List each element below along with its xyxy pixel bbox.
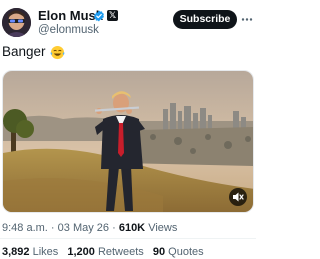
views-count: 610K bbox=[118, 222, 146, 234]
likes-count: 3,892 bbox=[2, 246, 30, 258]
verified-badge-icon bbox=[94, 10, 104, 22]
retweets-count: 1,200 bbox=[67, 246, 95, 258]
post-text: Banger bbox=[2, 43, 65, 61]
quotes-label: Quotes bbox=[168, 246, 204, 258]
post-text-content: Banger bbox=[2, 44, 46, 59]
more-options-icon[interactable] bbox=[241, 17, 253, 22]
post-time[interactable]: 9:48 a.m. bbox=[2, 222, 48, 234]
x-logo-icon: 𝕏 bbox=[107, 10, 118, 21]
video-thumbnail bbox=[3, 71, 253, 212]
views-label: Views bbox=[148, 222, 178, 234]
retweets-label: Retweets bbox=[97, 246, 144, 258]
speaker-muted-icon bbox=[233, 192, 244, 202]
avatar[interactable] bbox=[2, 8, 31, 37]
likes-stat[interactable]: 3,892 Likes bbox=[2, 246, 61, 258]
quotes-stat[interactable]: 90 Quotes bbox=[153, 246, 204, 258]
post-meta: 9:48 a.m. · 03 May 26 · 610K Views bbox=[2, 221, 177, 235]
likes-label: Likes bbox=[32, 246, 59, 258]
mute-toggle-button[interactable] bbox=[229, 188, 247, 206]
divider bbox=[0, 238, 256, 239]
meta-separator: · bbox=[50, 222, 55, 234]
laughing-tears-emoji-icon bbox=[50, 45, 64, 59]
author-handle[interactable]: @elonmusk bbox=[38, 23, 99, 37]
quotes-count: 90 bbox=[152, 246, 166, 258]
engagement-stats: 3,892 Likes 1,200 Retweets 90 Quotes bbox=[2, 245, 210, 259]
subscribe-button[interactable]: Subscribe bbox=[173, 10, 237, 29]
retweets-stat[interactable]: 1,200 Retweets bbox=[67, 246, 147, 258]
meta-separator: · bbox=[112, 222, 116, 234]
video-player[interactable] bbox=[2, 70, 254, 213]
post-date[interactable]: 03 May 26 bbox=[58, 222, 109, 234]
avatar-image bbox=[2, 8, 31, 37]
